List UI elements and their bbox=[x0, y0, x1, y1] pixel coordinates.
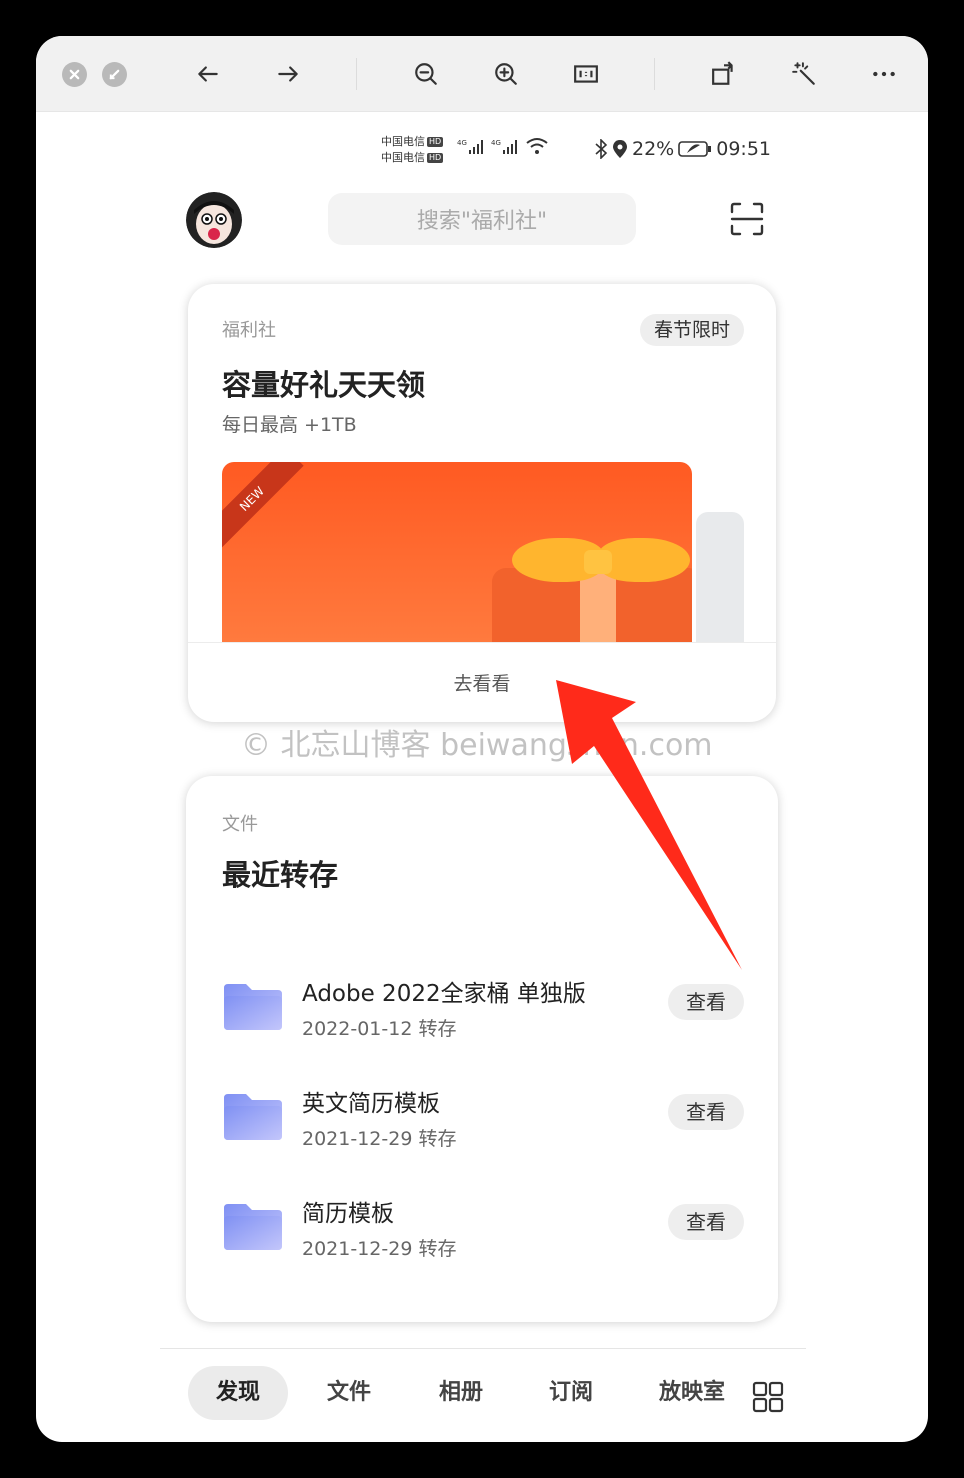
signal-icon: 4G bbox=[491, 139, 517, 154]
list-item[interactable]: 英文简历模板 2021-12-29 转存 查看 bbox=[220, 1086, 750, 1166]
avatar[interactable] bbox=[186, 192, 242, 248]
welfare-card[interactable]: 福利社 春节限时 容量好礼天天领 每日最高 +1TB NEW 去看看 bbox=[188, 284, 776, 722]
search-input[interactable]: 搜索"福利社" bbox=[328, 193, 636, 245]
wifi-icon bbox=[526, 138, 548, 154]
more-icon[interactable] bbox=[870, 60, 898, 88]
tab-theater[interactable]: 放映室 bbox=[650, 1366, 734, 1420]
card-subtitle: 每日最高 +1TB bbox=[222, 414, 357, 436]
card-category: 文件 bbox=[222, 814, 258, 835]
svg-text:4G: 4G bbox=[457, 139, 467, 147]
hd-badge: HD bbox=[427, 153, 444, 163]
tab-discover[interactable]: 发现 bbox=[188, 1366, 288, 1420]
recent-files-card: 文件 最近转存 Adobe 2022全家桶 单独版 2022-01-12 转存 … bbox=[186, 776, 778, 1322]
view-button[interactable]: 查看 bbox=[668, 984, 744, 1020]
folder-icon bbox=[224, 1094, 282, 1140]
close-icon[interactable] bbox=[62, 62, 87, 87]
welfare-banner[interactable]: NEW bbox=[222, 462, 692, 642]
back-icon[interactable] bbox=[194, 60, 222, 88]
grid-menu-icon[interactable] bbox=[752, 1381, 784, 1413]
limited-time-badge: 春节限时 bbox=[640, 314, 745, 346]
card-category: 福利社 bbox=[222, 320, 276, 341]
list-item[interactable]: Adobe 2022全家桶 单独版 2022-01-12 转存 查看 bbox=[220, 976, 750, 1056]
app-window: 中国电信 HD 中国电信 HD 4G 4G 22% 09:51 搜索"福利社" … bbox=[36, 36, 928, 1442]
signal-icon: 4G bbox=[457, 139, 483, 154]
list-item[interactable]: 简历模板 2021-12-29 转存 查看 bbox=[220, 1196, 750, 1276]
location-icon bbox=[613, 140, 627, 158]
forward-icon[interactable] bbox=[274, 60, 302, 88]
toolbar-divider bbox=[356, 58, 357, 90]
file-date: 2021-12-29 转存 bbox=[302, 1128, 457, 1150]
magic-wand-icon[interactable] bbox=[790, 60, 818, 88]
folder-icon bbox=[224, 1204, 282, 1250]
tab-album[interactable]: 相册 bbox=[416, 1366, 506, 1420]
search-placeholder: 搜索"福利社" bbox=[416, 209, 548, 234]
status-bar: 中国电信 HD 中国电信 HD 4G 4G 22% 09:51 bbox=[381, 132, 781, 166]
carrier-label: 中国电信 bbox=[381, 135, 425, 148]
folder-icon bbox=[224, 984, 282, 1030]
new-ribbon: NEW bbox=[222, 462, 304, 551]
file-name: 简历模板 bbox=[302, 1201, 394, 1227]
watermark: © 北忘山博客 beiwangshan.com bbox=[241, 728, 713, 763]
carrier-info: 中国电信 HD 中国电信 HD bbox=[381, 134, 444, 166]
battery-percent: 22% bbox=[632, 138, 675, 160]
scan-icon[interactable] bbox=[730, 202, 764, 236]
svg-text:4G: 4G bbox=[491, 139, 501, 147]
next-banner-preview bbox=[696, 512, 744, 642]
view-button[interactable]: 查看 bbox=[668, 1204, 744, 1240]
card-title: 最近转存 bbox=[222, 858, 339, 892]
view-button[interactable]: 查看 bbox=[668, 1094, 744, 1130]
hd-badge: HD bbox=[427, 137, 444, 147]
file-date: 2022-01-12 转存 bbox=[302, 1018, 457, 1040]
toolbar-divider bbox=[654, 58, 655, 90]
file-name: 英文简历模板 bbox=[302, 1091, 440, 1117]
clock: 09:51 bbox=[716, 138, 771, 160]
actual-size-icon[interactable] bbox=[572, 60, 600, 88]
viewer-toolbar bbox=[36, 36, 928, 112]
rotate-icon[interactable] bbox=[710, 60, 738, 88]
gift-bow-knot bbox=[584, 550, 612, 574]
bluetooth-icon bbox=[595, 139, 608, 159]
card-title: 容量好礼天天领 bbox=[222, 368, 426, 402]
zoom-in-icon[interactable] bbox=[492, 60, 520, 88]
tab-files[interactable]: 文件 bbox=[304, 1366, 394, 1420]
battery-icon bbox=[678, 141, 712, 157]
carrier-label: 中国电信 bbox=[381, 151, 425, 164]
file-date: 2021-12-29 转存 bbox=[302, 1238, 457, 1260]
minimize-icon[interactable] bbox=[102, 62, 127, 87]
tab-subscribe[interactable]: 订阅 bbox=[526, 1366, 616, 1420]
file-name: Adobe 2022全家桶 单独版 bbox=[302, 981, 586, 1007]
bottom-divider bbox=[160, 1348, 806, 1349]
status-right: 22% 09:51 bbox=[594, 138, 771, 160]
go-see-button[interactable]: 去看看 bbox=[188, 642, 776, 722]
go-see-label: 去看看 bbox=[453, 673, 511, 695]
zoom-out-icon[interactable] bbox=[412, 60, 440, 88]
